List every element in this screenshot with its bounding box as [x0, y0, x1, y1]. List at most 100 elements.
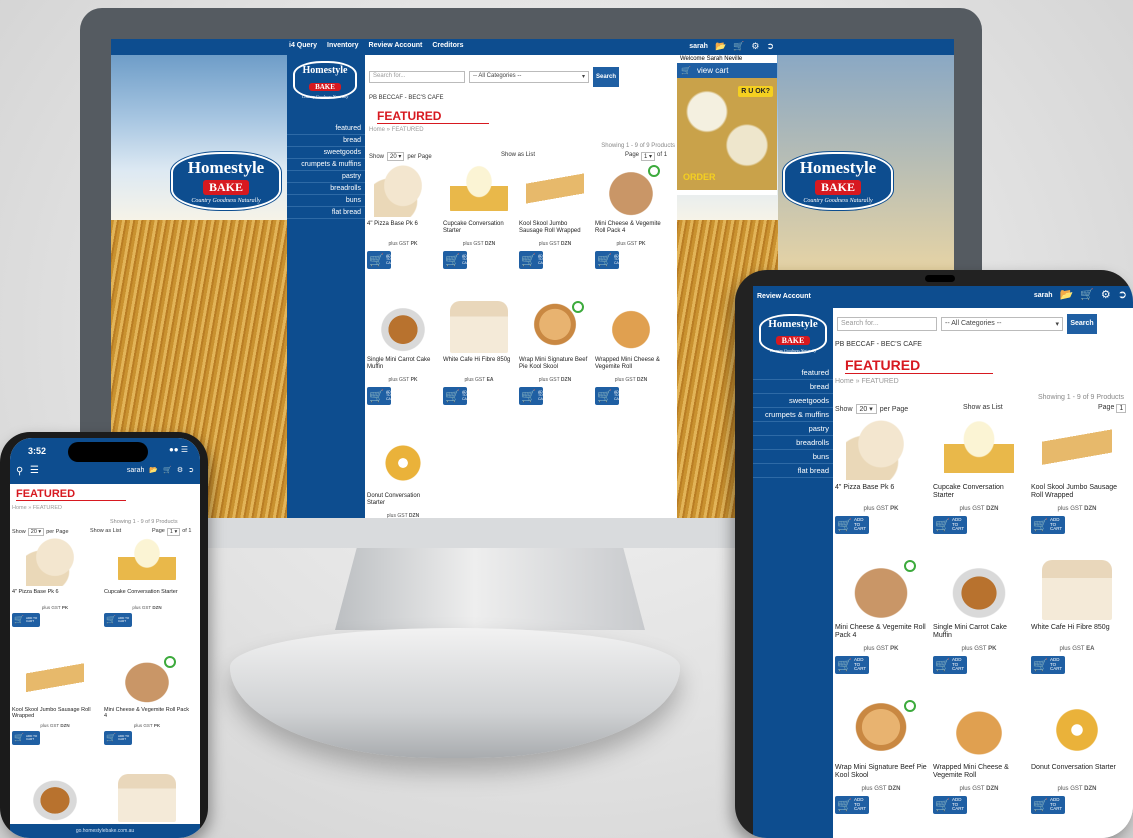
add-to-cart-button[interactable]: 🛒 ADD TO CART	[1031, 796, 1065, 814]
brand-logo[interactable]: Homestyle BAKE Country Goodness Naturall…	[293, 61, 357, 99]
tablet-product-card[interactable]: 4" Pizza Base Pk 6 plus GST PK 🛒 ADD TO CAR…	[835, 420, 927, 534]
logout-icon[interactable]: ➲	[188, 466, 194, 474]
tablet-search-button[interactable]: Search	[1067, 314, 1097, 334]
product-image[interactable]	[526, 301, 584, 353]
product-card[interactable]: Donut Conversation Starterplus GST DZN🛒A…	[367, 437, 439, 519]
phone-breadcrumb[interactable]: Home » FEATURED	[12, 505, 62, 511]
search-icon[interactable]: ⚲	[16, 466, 23, 477]
add-to-cart-button[interactable]: 🛒 ADD TO CART	[367, 251, 395, 269]
category-crumpets-muffins[interactable]: crumpets & muffins	[287, 159, 365, 171]
phone-username[interactable]: sarah	[127, 467, 145, 474]
product-card[interactable]: Single Mini Carrot Cake Muffin plus GST P…	[367, 301, 439, 405]
product-card[interactable]: 4" Pizza Base Pk 6 plus GST PK 🛒 ADD TO CAR…	[367, 165, 439, 269]
add-to-cart-button[interactable]: 🛒 ADD TO CART	[933, 516, 967, 534]
add-to-cart-button[interactable]: 🛒 ADD TO CART	[12, 731, 40, 745]
product-name[interactable]: Kool Skool Jumbo Sausage Roll Wrapped	[519, 221, 591, 241]
page-select[interactable]: 1 ▾	[641, 152, 656, 161]
gear-icon[interactable]: ⚙	[751, 40, 759, 53]
add-to-cart-button[interactable]: 🛒 ADD TO CART	[933, 656, 967, 674]
phone-show-as-list-link[interactable]: Show as List	[90, 528, 121, 534]
phone-page-select[interactable]: 1 ▾	[166, 528, 181, 536]
tablet-per-page-select[interactable]: 20 ▾	[855, 404, 877, 414]
tablet-product-card[interactable]: Kool Skool Jumbo Sausage Roll Wrapped plu…	[1031, 420, 1123, 534]
gear-icon[interactable]: ⚙	[177, 466, 183, 474]
folder-icon[interactable]: 📂	[1060, 289, 1074, 302]
product-image[interactable]	[1042, 700, 1112, 760]
tablet-category-featured[interactable]: featured	[753, 366, 833, 380]
tablet-category-sweetgoods[interactable]: sweetgoods	[753, 394, 833, 408]
username[interactable]: sarah	[689, 43, 708, 50]
breadcrumb[interactable]: Home » FEATURED	[369, 127, 424, 133]
product-image[interactable]	[944, 560, 1014, 620]
product-image[interactable]	[846, 560, 916, 620]
tablet-breadcrumb[interactable]: Home » FEATURED	[835, 378, 899, 385]
product-image[interactable]	[602, 301, 660, 353]
product-name[interactable]: Wrap Mini Signature Beef Pie Kool Skool	[835, 764, 927, 786]
add-to-cart-button[interactable]: 🛒 ADD TO CART	[1031, 516, 1065, 534]
tablet-category-breadrolls[interactable]: breadrolls	[753, 436, 833, 450]
add-to-cart-button[interactable]: 🛒 ADD TO CART	[443, 387, 471, 405]
tablet-nav-review-account[interactable]: Review Account	[757, 293, 811, 300]
nav-i4-query[interactable]: i4 Query	[289, 42, 317, 49]
product-name[interactable]: Single Mini Carrot Cake Muffin	[933, 624, 1025, 646]
product-image[interactable]	[26, 774, 84, 822]
product-image[interactable]	[1042, 420, 1112, 480]
add-to-cart-button[interactable]: 🛒 ADD TO CART	[104, 731, 132, 745]
product-card[interactable]: Wrapped Mini Cheese & Vegemite Roll plus …	[595, 301, 667, 405]
product-name[interactable]: Cupcake Conversation Starter	[443, 221, 515, 241]
product-image[interactable]	[374, 165, 432, 217]
search-button[interactable]: Search	[593, 67, 619, 87]
tablet-category-buns[interactable]: buns	[753, 450, 833, 464]
category-select[interactable]: -- All Categories -- ▾	[469, 71, 589, 83]
phone-product-card[interactable]: Kool Skool Jumbo Sausage Roll Wrapped plu…	[12, 656, 98, 745]
phone-per-page-select[interactable]: 20 ▾	[27, 528, 45, 536]
show-as-list-link[interactable]: Show as List	[501, 152, 535, 158]
add-to-cart-button[interactable]: 🛒 ADD TO CART	[835, 516, 869, 534]
product-name[interactable]: Mini Cheese & Vegemite Roll Pack 4	[595, 221, 667, 241]
add-to-cart-button[interactable]: 🛒 ADD TO CART	[519, 251, 547, 269]
add-to-cart-button[interactable]: 🛒 ADD TO CART	[519, 387, 547, 405]
gear-icon[interactable]: ⚙	[1101, 289, 1111, 302]
phone-product-card[interactable]: Mini Cheese & Vegemite Roll Pack 4 plus G…	[104, 656, 190, 745]
product-image[interactable]	[374, 301, 432, 353]
product-image[interactable]	[526, 165, 584, 217]
add-to-cart-button[interactable]: 🛒 ADD TO CART	[835, 656, 869, 674]
category-breadrolls[interactable]: breadrolls	[287, 183, 365, 195]
product-name[interactable]: Donut Conversation Starter	[367, 493, 439, 513]
product-image[interactable]	[944, 700, 1014, 760]
product-name[interactable]: Cupcake Conversation Starter	[104, 589, 190, 605]
tablet-product-card[interactable]: Single Mini Carrot Cake Muffin plus GST P…	[933, 560, 1025, 674]
product-card[interactable]: Cupcake Conversation Starter plus GST DZN…	[443, 165, 515, 269]
search-input[interactable]: Search for...	[369, 71, 465, 83]
product-name[interactable]: Wrapped Mini Cheese & Vegemite Roll	[933, 764, 1025, 786]
product-image[interactable]	[26, 656, 84, 704]
tablet-product-card[interactable]: Cupcake Conversation Starter plus GST DZN…	[933, 420, 1025, 534]
add-to-cart-button[interactable]: 🛒 ADD TO CART	[367, 387, 395, 405]
logout-icon[interactable]: ➲	[1118, 289, 1127, 302]
add-to-cart-button[interactable]: 🛒 ADD TO CART	[1031, 656, 1065, 674]
tablet-username[interactable]: sarah	[1034, 292, 1053, 299]
tablet-product-card[interactable]: Donut Conversation Starter plus GST DZN 🛒 A…	[1031, 700, 1123, 814]
tablet-category-select[interactable]: -- All Categories -- ▾	[941, 317, 1063, 331]
product-card[interactable]: Mini Cheese & Vegemite Roll Pack 4 plus G…	[595, 165, 667, 269]
cart-icon[interactable]: 🛒	[163, 466, 172, 474]
folder-icon[interactable]: 📂	[149, 466, 158, 474]
tablet-brand-logo[interactable]: Homestyle BAKE Country Goodness Naturall…	[759, 314, 827, 354]
menu-icon[interactable]: ☰	[30, 465, 39, 476]
per-page-select[interactable]: 20 ▾	[387, 152, 405, 161]
product-image[interactable]	[450, 165, 508, 217]
phone-product-card[interactable]: Cupcake Conversation Starter plus GST DZN…	[104, 538, 190, 627]
category-featured[interactable]: featured	[287, 123, 365, 135]
product-name[interactable]: Donut Conversation Starter	[1031, 764, 1123, 786]
tablet-product-card[interactable]: Wrap Mini Signature Beef Pie Kool Skool p…	[835, 700, 927, 814]
tablet-category-crumpets-muffins[interactable]: crumpets & muffins	[753, 408, 833, 422]
category-flat-bread[interactable]: flat bread	[287, 207, 365, 219]
product-image[interactable]	[846, 420, 916, 480]
tablet-show-as-list-link[interactable]: Show as List	[963, 404, 1003, 411]
tablet-page-select[interactable]: 1	[1116, 404, 1127, 413]
product-image[interactable]	[602, 165, 660, 217]
product-name[interactable]: Single Mini Carrot Cake Muffin	[367, 357, 439, 377]
product-name[interactable]: White Cafe Hi Fibre 850g	[1031, 624, 1123, 646]
product-image[interactable]	[118, 774, 176, 822]
nav-creditors[interactable]: Creditors	[432, 42, 463, 49]
